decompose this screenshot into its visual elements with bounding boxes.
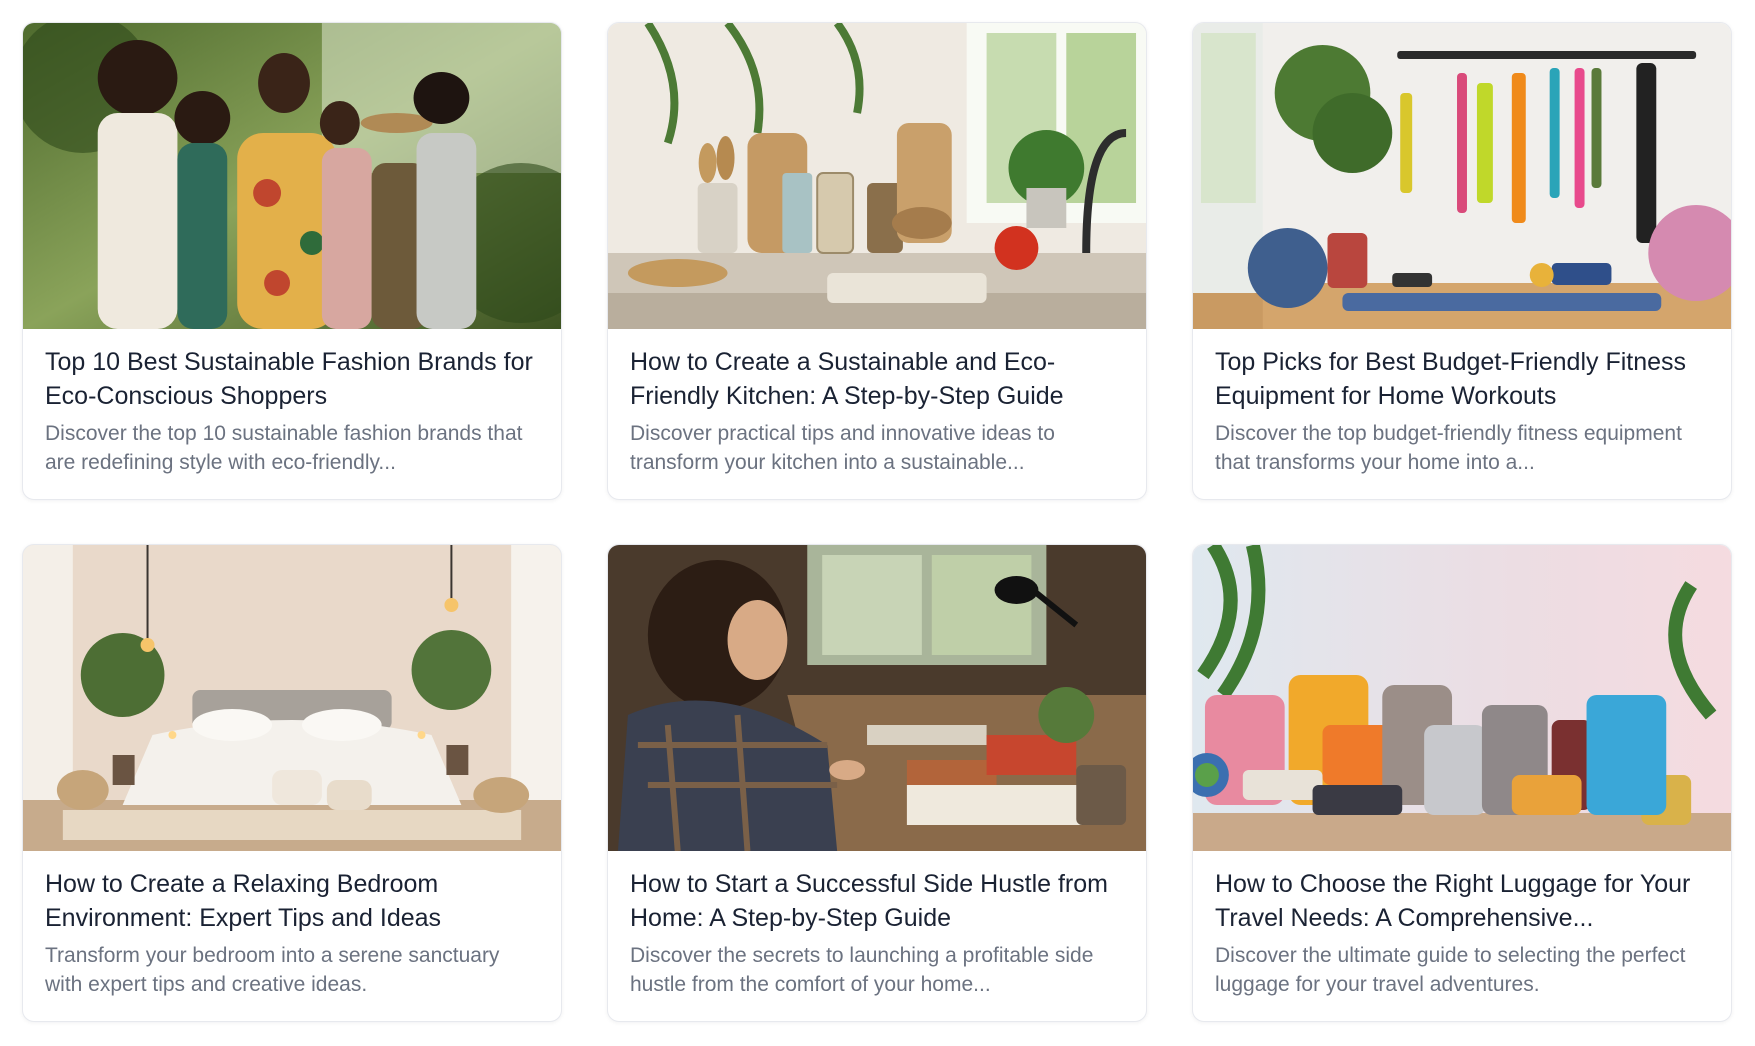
article-thumbnail[interactable] — [608, 545, 1146, 851]
article-title[interactable]: How to Choose the Right Luggage for Your… — [1215, 867, 1711, 935]
article-title[interactable]: Top Picks for Best Budget-Friendly Fitne… — [1215, 345, 1711, 413]
article-title[interactable]: How to Create a Relaxing Bedroom Environ… — [45, 867, 541, 935]
article-description: Discover the top 10 sustainable fashion … — [45, 422, 523, 474]
article-description: Discover the ultimate guide to selecting… — [1215, 944, 1686, 996]
article-description: Discover practical tips and innovative i… — [630, 422, 1055, 474]
article-thumbnail[interactable] — [23, 23, 561, 329]
article-card[interactable]: How to Choose the Right Luggage for Your… — [1192, 544, 1732, 1022]
article-description: Transform your bedroom into a serene san… — [45, 944, 500, 996]
article-title[interactable]: Top 10 Best Sustainable Fashion Brands f… — [45, 345, 541, 413]
article-thumbnail[interactable] — [608, 23, 1146, 329]
article-card[interactable]: How to Start a Successful Side Hustle fr… — [607, 544, 1147, 1022]
article-thumbnail[interactable] — [1193, 545, 1731, 851]
article-card[interactable]: Top Picks for Best Budget-Friendly Fitne… — [1192, 22, 1732, 500]
article-title[interactable]: How to Create a Sustainable and Eco-Frie… — [630, 345, 1126, 413]
article-thumbnail[interactable] — [23, 545, 561, 851]
article-title[interactable]: How to Start a Successful Side Hustle fr… — [630, 867, 1126, 935]
article-description: Discover the secrets to launching a prof… — [630, 944, 1094, 996]
article-grid: Top 10 Best Sustainable Fashion Brands f… — [22, 22, 1732, 1022]
article-card[interactable]: How to Create a Relaxing Bedroom Environ… — [22, 544, 562, 1022]
article-thumbnail[interactable] — [1193, 23, 1731, 329]
article-card[interactable]: How to Create a Sustainable and Eco-Frie… — [607, 22, 1147, 500]
article-card[interactable]: Top 10 Best Sustainable Fashion Brands f… — [22, 22, 562, 500]
article-description: Discover the top budget-friendly fitness… — [1215, 422, 1682, 474]
